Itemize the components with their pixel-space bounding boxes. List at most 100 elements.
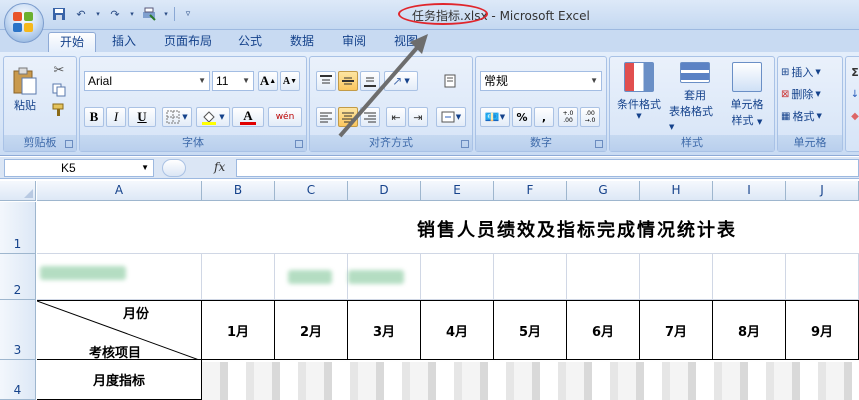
increase-indent-button[interactable]: ⇥	[408, 107, 428, 127]
font-launcher[interactable]	[295, 140, 303, 148]
shrink-font-button[interactable]: A ▼	[280, 71, 300, 91]
conditional-formatting-button[interactable]: 条件格式 ▼	[612, 61, 666, 133]
month-header-1[interactable]: 1月	[202, 300, 275, 360]
borders-button[interactable]: ▼	[162, 107, 192, 127]
row-header-3[interactable]: 3	[0, 300, 36, 360]
column-header-i[interactable]: I	[713, 181, 786, 201]
save-icon[interactable]	[50, 6, 68, 22]
align-right-button[interactable]	[360, 107, 380, 127]
column-header-c[interactable]: C	[275, 181, 348, 201]
cell-e2[interactable]	[421, 254, 494, 300]
cell-i2[interactable]	[713, 254, 786, 300]
office-button[interactable]	[4, 3, 44, 43]
column-header-f[interactable]: F	[494, 181, 567, 201]
underline-button[interactable]: U	[128, 107, 156, 127]
decrease-indent-button[interactable]: ⇤	[386, 107, 406, 127]
copy-button[interactable]	[48, 81, 70, 99]
number-launcher[interactable]	[595, 140, 603, 148]
insert-function-button[interactable]: fx	[214, 160, 225, 174]
column-header-a[interactable]: A	[37, 181, 202, 201]
month-header-2[interactable]: 2月	[275, 300, 348, 360]
row-header-2[interactable]: 2	[0, 254, 36, 300]
month-header-3[interactable]: 3月	[348, 300, 421, 360]
redo-dropdown-icon[interactable]: ▾	[128, 6, 136, 22]
wrap-text-button[interactable]	[438, 71, 462, 91]
shrink-font-icon: A	[282, 75, 291, 87]
row-label-monthly-target[interactable]: 月度指标	[37, 360, 202, 400]
paste-button[interactable]: 粘贴	[8, 61, 42, 119]
cell-a3-diagonal-header[interactable]: 月份 考核项目	[37, 300, 202, 361]
align-middle-button[interactable]	[338, 71, 358, 91]
tab-page-layout[interactable]: 页面布局	[156, 32, 220, 52]
font-group-label: 字体	[80, 135, 306, 151]
orientation-button[interactable]: ↗ ▼	[384, 71, 418, 91]
comma-button[interactable]: ,	[534, 107, 554, 127]
decrease-decimal-button[interactable]: .00 →.0	[580, 107, 600, 127]
align-bottom-button[interactable]	[360, 71, 380, 91]
cell-j2[interactable]	[786, 254, 859, 300]
sheet-title-cell[interactable]: 销售人员绩效及指标完成情况统计表	[37, 202, 859, 254]
align-center-button[interactable]	[338, 107, 358, 127]
tab-home[interactable]: 开始	[48, 32, 96, 52]
row-header-1[interactable]: 1	[0, 202, 36, 254]
tab-view[interactable]: 视图	[386, 32, 426, 52]
cut-button[interactable]: ✂	[48, 61, 70, 79]
align-left-button[interactable]	[316, 107, 336, 127]
delete-cells-button[interactable]: ⊠ 删除 ▼	[780, 85, 842, 103]
format-painter-button[interactable]	[48, 101, 70, 119]
month-header-8[interactable]: 8月	[713, 300, 786, 360]
tab-review[interactable]: 审阅	[334, 32, 374, 52]
month-header-6[interactable]: 6月	[567, 300, 640, 360]
select-all-corner[interactable]	[0, 181, 36, 201]
number-format-combo[interactable]: 常规 ▼	[480, 71, 602, 91]
row-header-4[interactable]: 4	[0, 360, 36, 400]
undo-icon[interactable]: ↶	[72, 6, 90, 22]
cell-f2[interactable]	[494, 254, 567, 300]
autosum-button[interactable]: Σ	[848, 63, 859, 81]
column-header-h[interactable]: H	[640, 181, 713, 201]
month-header-7[interactable]: 7月	[640, 300, 713, 360]
percent-button[interactable]: %	[512, 107, 532, 127]
cell-g2[interactable]	[567, 254, 640, 300]
fill-button[interactable]: ↓	[848, 85, 859, 103]
insert-cells-button[interactable]: ⊞ 插入 ▼	[780, 63, 842, 81]
column-header-b[interactable]: B	[202, 181, 275, 201]
tab-data[interactable]: 数据	[282, 32, 322, 52]
font-size-combo[interactable]: 11 ▼	[212, 71, 254, 91]
phonetic-button[interactable]: wén	[268, 107, 302, 127]
bold-button[interactable]: B	[84, 107, 104, 127]
month-header-4[interactable]: 4月	[421, 300, 494, 360]
quick-print-icon[interactable]	[140, 6, 158, 22]
month-header-9[interactable]: 9月	[786, 300, 859, 360]
accounting-format-button[interactable]: 💶 ▼	[480, 107, 510, 127]
format-cells-button[interactable]: ▦ 格式 ▼	[780, 107, 842, 125]
clear-button[interactable]: ◆	[848, 107, 859, 125]
alignment-launcher[interactable]	[461, 140, 469, 148]
cell-styles-button[interactable]: 单元格 样式 ▼	[722, 61, 772, 133]
column-header-e[interactable]: E	[421, 181, 494, 201]
column-header-d[interactable]: D	[348, 181, 421, 201]
month-header-5[interactable]: 5月	[494, 300, 567, 360]
redo-icon[interactable]: ↷	[106, 6, 124, 22]
column-header-g[interactable]: G	[567, 181, 640, 201]
qat-dropdown-icon[interactable]: ▾	[162, 6, 170, 22]
align-top-button[interactable]	[316, 71, 336, 91]
undo-dropdown-icon[interactable]: ▾	[94, 6, 102, 22]
font-family-combo[interactable]: Arial ▼	[84, 71, 210, 91]
fill-color-button[interactable]: ▼	[196, 107, 230, 127]
grow-font-button[interactable]: A ▲	[258, 71, 278, 91]
cell-b2[interactable]	[202, 254, 275, 300]
merge-center-button[interactable]: ▼	[436, 107, 466, 127]
cell-h2[interactable]	[640, 254, 713, 300]
clipboard-launcher[interactable]	[65, 140, 73, 148]
italic-button[interactable]: I	[106, 107, 126, 127]
tab-insert[interactable]: 插入	[104, 32, 144, 52]
customize-qat-icon[interactable]: ▿	[179, 6, 197, 22]
name-box[interactable]: K5 ▼	[4, 159, 154, 177]
tab-formulas[interactable]: 公式	[230, 32, 270, 52]
formula-input[interactable]	[236, 159, 859, 177]
column-header-j[interactable]: J	[786, 181, 859, 201]
increase-decimal-button[interactable]: +.0 .00	[558, 107, 578, 127]
font-color-button[interactable]: A	[232, 107, 264, 127]
format-as-table-button[interactable]: 套用 表格格式 ▼	[668, 61, 722, 133]
